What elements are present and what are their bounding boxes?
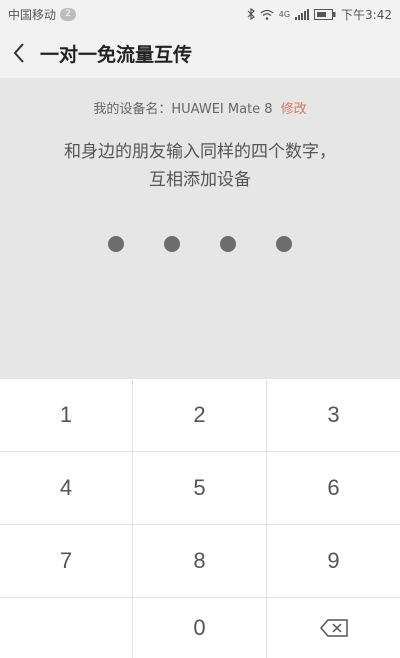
- edit-device-name-link[interactable]: 修改: [281, 102, 307, 117]
- chevron-left-icon: [13, 43, 24, 63]
- key-6[interactable]: 6: [267, 452, 400, 525]
- numeric-keypad: 1 2 3 4 5 6 7 8 9 0: [0, 379, 400, 658]
- pin-dots: [0, 236, 400, 252]
- key-4[interactable]: 4: [0, 452, 133, 525]
- pairing-panel: 我的设备名：HUAWEI Mate 8 修改 和身边的朋友输入同样的四个数字， 互…: [0, 78, 400, 379]
- pin-dot-4: [276, 236, 292, 252]
- key-3[interactable]: 3: [267, 379, 400, 452]
- pin-dot-1: [108, 236, 124, 252]
- sim-badge: 2: [60, 7, 77, 21]
- device-name-row: 我的设备名：HUAWEI Mate 8 修改: [0, 98, 400, 117]
- key-0[interactable]: 0: [133, 598, 267, 658]
- back-button[interactable]: [8, 38, 30, 68]
- pin-dot-2: [164, 236, 180, 252]
- key-9[interactable]: 9: [267, 525, 400, 598]
- key-7[interactable]: 7: [0, 525, 133, 598]
- key-1[interactable]: 1: [0, 379, 133, 452]
- battery-icon: [314, 8, 336, 20]
- instruction-line-1: 和身边的朋友输入同样的四个数字，: [64, 142, 336, 162]
- pin-dot-3: [220, 236, 236, 252]
- bluetooth-icon: [247, 8, 255, 20]
- key-8[interactable]: 8: [133, 525, 267, 598]
- carrier-name: 中国移动: [8, 7, 57, 22]
- delete-key[interactable]: [267, 598, 400, 658]
- carrier-group: 中国移动 2: [8, 6, 77, 23]
- instruction-text: 和身边的朋友输入同样的四个数字， 互相添加设备: [0, 138, 400, 194]
- device-name: HUAWEI Mate 8: [171, 102, 273, 117]
- wifi-icon: [260, 9, 274, 20]
- status-icons: 4G 下午3:42: [247, 6, 392, 23]
- status-bar: 中国移动 2 4G 下午3:42: [0, 0, 400, 28]
- app-header: 一对一免流量互传: [0, 28, 400, 78]
- key-empty: [0, 598, 133, 658]
- network-type: 4G: [278, 9, 291, 19]
- page-title: 一对一免流量互传: [40, 43, 193, 66]
- backspace-icon: [319, 619, 348, 637]
- key-2[interactable]: 2: [133, 379, 267, 452]
- signal-icon: [295, 8, 310, 20]
- instruction-line-2: 互相添加设备: [149, 170, 251, 190]
- key-5[interactable]: 5: [133, 452, 267, 525]
- device-label: 我的设备名：: [93, 102, 172, 117]
- clock: 下午3:42: [341, 7, 392, 22]
